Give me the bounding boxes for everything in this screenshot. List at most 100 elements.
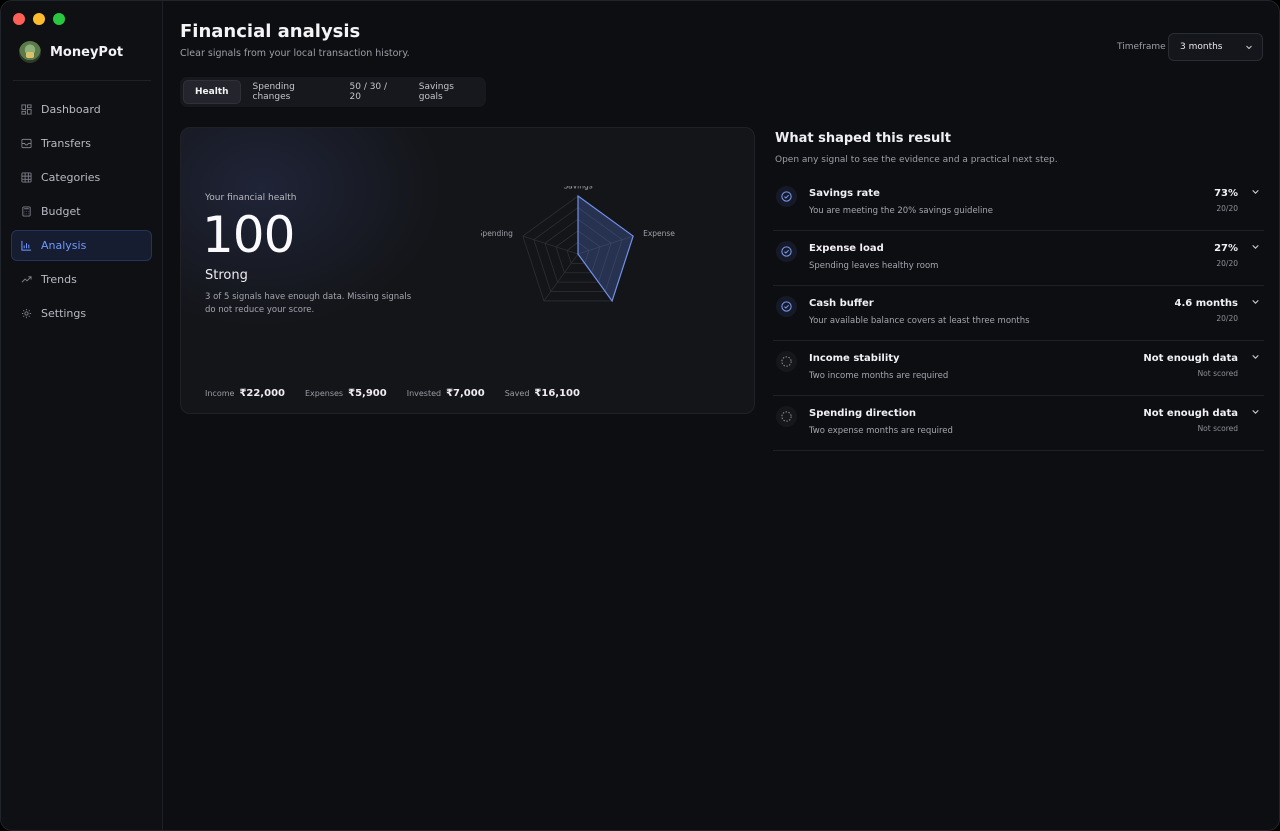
signals-title: What shaped this result [775, 131, 951, 146]
zoom-window-button[interactable] [53, 13, 65, 25]
page-subtitle: Clear signals from your local transactio… [180, 48, 410, 59]
radar-axis-label: Spending [481, 229, 513, 238]
sidebar: MoneyPot Dashboard Transfers Categories … [1, 1, 163, 830]
timeframe-value: 3 months [1180, 42, 1223, 52]
sidebar-item-settings[interactable]: Settings [11, 298, 152, 329]
radar-axis-label: Expense [643, 229, 675, 238]
signal-value: 27% [1214, 243, 1238, 254]
health-score: 100 [202, 206, 295, 264]
signal-income-stability[interactable]: Income stability Two income months are r… [773, 341, 1264, 396]
sidebar-nav: Dashboard Transfers Categories Budget An… [11, 94, 152, 332]
signal-name: Cash buffer [809, 298, 874, 309]
sidebar-item-label: Budget [41, 205, 81, 218]
signal-description: Two income months are required [809, 371, 949, 381]
signal-expense-load[interactable]: Expense load Spending leaves healthy roo… [773, 231, 1264, 286]
table-icon [21, 172, 32, 183]
signal-points: 20/20 [1216, 259, 1238, 268]
signal-name: Savings rate [809, 188, 880, 199]
chevron-down-icon[interactable] [1251, 242, 1260, 251]
main-content: Financial analysis Clear signals from yo… [163, 1, 1279, 830]
signal-value: Not enough data [1143, 408, 1238, 419]
signal-description: Your available balance covers at least t… [809, 316, 1030, 326]
health-radar-chart: Savings Expense Cash Income Spending [481, 186, 675, 306]
sidebar-item-trends[interactable]: Trends [11, 264, 152, 295]
chevron-down-icon [1246, 45, 1252, 50]
health-label: Your financial health [205, 193, 297, 203]
signal-value: Not enough data [1143, 353, 1238, 364]
sidebar-item-label: Analysis [41, 239, 87, 252]
signal-points: 20/20 [1216, 204, 1238, 213]
stat-label: Income [205, 389, 235, 398]
sidebar-item-label: Transfers [41, 137, 91, 150]
sidebar-item-label: Categories [41, 171, 101, 184]
close-window-button[interactable] [13, 13, 25, 25]
signal-name: Spending direction [809, 408, 917, 419]
sidebar-item-label: Settings [41, 307, 87, 320]
signal-description: Spending leaves healthy room [809, 261, 939, 271]
inbox-icon [21, 138, 32, 149]
gear-icon [21, 308, 32, 319]
tab-spending-changes[interactable]: Spending changes [242, 80, 338, 104]
stat-invested: Invested ₹7,000 [407, 388, 485, 399]
health-grade: Strong [205, 268, 248, 283]
signal-name: Expense load [809, 243, 884, 254]
sidebar-item-dashboard[interactable]: Dashboard [11, 94, 152, 125]
chevron-down-icon[interactable] [1251, 187, 1260, 196]
sidebar-divider [13, 80, 151, 81]
signal-spending-direction[interactable]: Spending direction Two expense months ar… [773, 396, 1264, 451]
chevron-down-icon[interactable] [1251, 297, 1260, 306]
stat-saved: Saved ₹16,100 [505, 388, 580, 399]
tab-health[interactable]: Health [183, 80, 241, 104]
tab-savings-goals[interactable]: Savings goals [408, 80, 485, 104]
stat-value: ₹5,900 [348, 388, 387, 399]
sidebar-item-label: Dashboard [41, 103, 101, 116]
radar-axis-label: Savings [563, 186, 592, 191]
app-name: MoneyPot [50, 44, 124, 60]
analysis-tabs: Health Spending changes 50 / 30 / 20 Sav… [180, 77, 486, 107]
signal-points: Not scored [1197, 369, 1238, 378]
stat-expenses: Expenses ₹5,900 [305, 388, 387, 399]
brand: MoneyPot [19, 41, 123, 63]
window-controls [13, 13, 65, 25]
radar-axis-label: Income [510, 305, 538, 306]
pending-circle-icon [776, 351, 797, 372]
trend-up-icon [21, 274, 32, 285]
stat-value: ₹16,100 [534, 388, 580, 399]
sidebar-item-categories[interactable]: Categories [11, 162, 152, 193]
sidebar-item-budget[interactable]: Budget [11, 196, 152, 227]
signals-subtitle: Open any signal to see the evidence and … [775, 155, 1058, 165]
sidebar-item-analysis[interactable]: Analysis [11, 230, 152, 261]
chevron-down-icon[interactable] [1251, 407, 1260, 416]
bar-chart-icon [21, 240, 32, 251]
check-circle-icon [776, 241, 797, 262]
timeframe-select[interactable]: 3 months [1168, 33, 1263, 61]
timeframe-label: Timeframe [1117, 42, 1166, 52]
check-circle-icon [776, 186, 797, 207]
radar-data-area [577, 194, 634, 303]
stat-label: Expenses [304, 389, 344, 398]
signal-cash-buffer[interactable]: Cash buffer Your available balance cover… [773, 286, 1264, 341]
check-circle-icon [776, 296, 797, 317]
health-note: 3 of 5 signals have enough data. Missing… [205, 292, 412, 315]
health-stats: Income ₹22,000 Expenses ₹5,900 Invested … [205, 388, 600, 399]
health-card: Your financial health 100 Strong 3 of 5 … [180, 127, 755, 414]
signals-list: Savings rate You are meeting the 20% sav… [773, 176, 1264, 451]
stat-value: ₹22,000 [239, 388, 285, 399]
app-window: MoneyPot Dashboard Transfers Categories … [0, 0, 1280, 831]
page-title: Financial analysis [180, 21, 361, 42]
stat-label: Saved [504, 389, 530, 398]
signal-name: Income stability [809, 353, 900, 364]
signal-value: 4.6 months [1174, 298, 1238, 309]
chevron-down-icon[interactable] [1251, 352, 1260, 361]
tab-50-30-20[interactable]: 50 / 30 / 20 [339, 80, 407, 104]
stat-value: ₹7,000 [446, 388, 485, 399]
sidebar-item-transfers[interactable]: Transfers [11, 128, 152, 159]
minimize-window-button[interactable] [33, 13, 45, 25]
signal-savings-rate[interactable]: Savings rate You are meeting the 20% sav… [773, 176, 1264, 231]
pending-circle-icon [776, 406, 797, 427]
stat-income: Income ₹22,000 [205, 388, 285, 399]
radar-axis-label: Cash [618, 305, 637, 306]
sidebar-item-label: Trends [41, 273, 77, 286]
signal-description: Two expense months are required [809, 426, 953, 436]
signal-value: 73% [1214, 188, 1238, 199]
